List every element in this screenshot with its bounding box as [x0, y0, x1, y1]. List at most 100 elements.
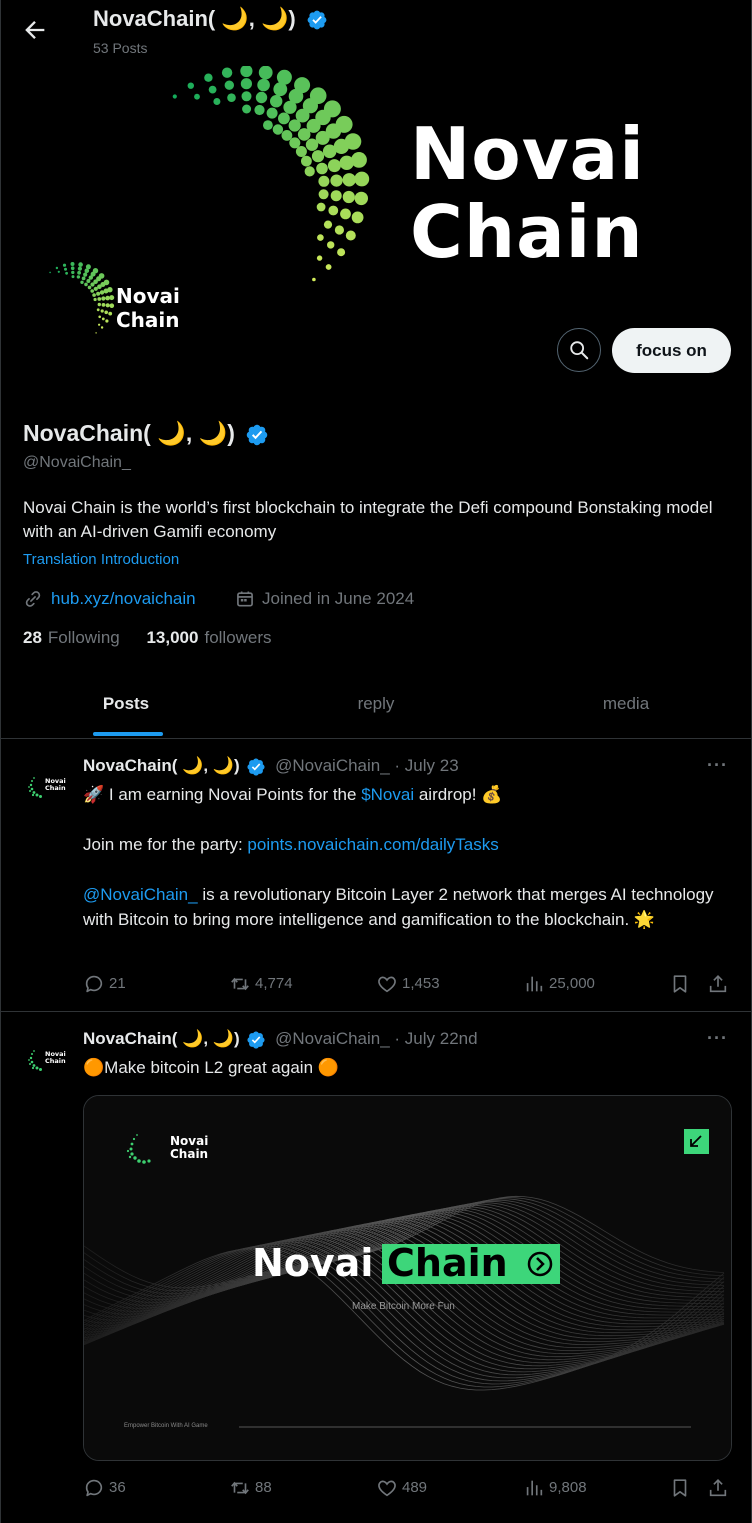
share-button[interactable]	[707, 1476, 733, 1500]
like-count: 489	[402, 1479, 428, 1496]
repost-icon	[231, 977, 249, 991]
followers-label: followers	[204, 628, 272, 647]
following-link[interactable]: 28 Following	[23, 628, 142, 647]
reply-button[interactable]: 36	[83, 1476, 126, 1500]
calendar-icon	[237, 591, 253, 607]
bookmark-button[interactable]	[669, 1476, 695, 1500]
post-meta: @NovaiChain_ · July 22nd	[275, 1029, 478, 1048]
media-title-right: Chain	[387, 1241, 508, 1285]
media-footer: Empower Bitcoin With AI Game	[124, 1423, 208, 1429]
reply-icon	[85, 1479, 103, 1497]
share-icon	[709, 975, 727, 993]
bookmark-icon	[673, 1479, 687, 1497]
view-count: 25,000	[549, 975, 595, 992]
header-name-text: NovaChain( 🌙, 🌙)	[93, 6, 296, 31]
verified-badge-icon	[247, 757, 265, 776]
link-icon	[25, 591, 41, 607]
like-button[interactable]: 489	[376, 1476, 427, 1500]
active-tab-indicator	[93, 732, 163, 736]
post-author-name[interactable]: NovaChain( 🌙, 🌙)	[83, 1029, 240, 1048]
post-item[interactable]: Novai Chain NovaChain( 🌙, 🌙) @NovaiChain…	[1, 1012, 751, 1523]
mention-link[interactable]: @NovaiChain_	[83, 885, 198, 904]
post-header: NovaChain( 🌙, 🌙) @NovaiChain_ · July 22n…	[83, 1029, 478, 1050]
media-title-left: Novai	[252, 1241, 374, 1285]
repost-icon	[231, 1481, 249, 1495]
points-link[interactable]: points.novaichain.com/dailyTasks	[247, 835, 498, 854]
analytics-icon	[526, 976, 543, 992]
reply-count: 36	[109, 1479, 126, 1496]
post-actions: 36 88 489 9,808	[83, 1476, 733, 1500]
verified-badge-icon	[307, 10, 327, 30]
profile-page: NovaChain( 🌙, 🌙) 53 Posts Novai Chain No…	[0, 0, 752, 1523]
cashtag-link[interactable]: $Novai	[361, 785, 414, 804]
repost-button[interactable]: 88	[229, 1476, 272, 1500]
post-line-1: 🚀 I am earning Novai Points for the $Nov…	[83, 782, 723, 807]
banner-avatar-line1: Novai	[116, 284, 180, 308]
following-count: 28	[23, 628, 42, 647]
more-options-icon[interactable]: ···	[707, 1028, 728, 1049]
tab-reply[interactable]: reply	[251, 672, 501, 738]
post-meta: @NovaiChain_ · July 23	[275, 756, 459, 775]
post-line-1-pre: 🚀 I am earning Novai Points for the	[83, 785, 362, 804]
bookmark-button[interactable]	[669, 972, 695, 996]
more-options-icon[interactable]: ···	[707, 755, 728, 776]
share-icon	[709, 1479, 727, 1497]
bookmark-icon	[673, 975, 687, 993]
svg-text:Chain: Chain	[45, 1057, 66, 1065]
search-button[interactable]	[557, 328, 601, 372]
views-button[interactable]: 9,808	[523, 1476, 587, 1500]
post-author-name[interactable]: NovaChain( 🌙, 🌙)	[83, 756, 240, 775]
analytics-icon	[526, 1480, 543, 1496]
post-line-1-post: airdrop! 💰	[414, 785, 503, 804]
profile-name: NovaChain( 🌙, 🌙)	[23, 420, 269, 447]
follow-button[interactable]: focus on	[612, 328, 731, 373]
post-line-2: Join me for the party: points.novaichain…	[83, 832, 723, 857]
repost-count: 4,774	[255, 975, 293, 992]
post-item[interactable]: Novai Chain NovaChain( 🌙, 🌙) @NovaiChain…	[1, 739, 751, 1012]
post-media-image[interactable]: Novai Chain Novai Chain Make Bitcoin Mor…	[83, 1095, 732, 1461]
svg-text:Chain: Chain	[45, 784, 66, 792]
view-count: 9,808	[549, 1479, 587, 1496]
post-line-2-pre: Join me for the party:	[83, 835, 248, 854]
tab-media[interactable]: media	[501, 672, 751, 738]
profile-tabs: Posts reply media	[1, 672, 751, 739]
arrow-left-icon[interactable]	[21, 16, 49, 44]
media-logo-line1: Novai	[170, 1134, 209, 1148]
media-tagline: Make Bitcoin More Fun	[352, 1301, 455, 1312]
post-text: 🚀 I am earning Novai Points for the $Nov…	[83, 782, 723, 932]
reply-icon	[85, 975, 103, 993]
views-button[interactable]: 25,000	[523, 972, 595, 996]
like-button[interactable]: 1,453	[376, 972, 440, 996]
share-button[interactable]	[707, 972, 733, 996]
banner-title-line1: Novai	[410, 112, 645, 196]
profile-bio: Novai Chain is the world’s first blockch…	[23, 498, 713, 541]
verified-badge-icon	[247, 1030, 265, 1049]
tab-posts[interactable]: Posts	[1, 672, 251, 738]
post-avatar[interactable]: Novai Chain	[21, 761, 69, 809]
heart-icon	[378, 1480, 396, 1497]
post-line-3: @NovaiChain_ is a revolutionary Bitcoin …	[83, 882, 723, 932]
top-bar: NovaChain( 🌙, 🌙) 53 Posts	[1, 0, 751, 66]
joined-date: Joined in June 2024	[262, 589, 415, 608]
followers-link[interactable]: 13,000 followers	[146, 628, 293, 647]
heart-icon	[378, 976, 396, 993]
reply-button[interactable]: 21	[83, 972, 126, 996]
search-icon	[570, 341, 589, 360]
post-avatar[interactable]: Novai Chain	[21, 1034, 69, 1082]
banner-title-line2: Chain	[410, 190, 644, 274]
header-name: NovaChain( 🌙, 🌙)	[93, 6, 328, 32]
post-actions: 21 4,774 1,453 25,000	[83, 972, 733, 996]
post-header: NovaChain( 🌙, 🌙) @NovaiChain_ · July 23	[83, 756, 459, 777]
profile-name-text: NovaChain( 🌙, 🌙)	[23, 420, 235, 446]
posts-count: 53 Posts	[93, 40, 148, 56]
reply-count: 21	[109, 975, 126, 992]
following-label: Following	[47, 628, 120, 647]
profile-website-link[interactable]: hub.xyz/novaichain	[51, 589, 196, 609]
followers-count: 13,000	[146, 628, 199, 647]
post-text: 🟠Make bitcoin L2 great again 🟠	[83, 1058, 339, 1077]
translation-link[interactable]: Translation Introduction	[23, 551, 179, 568]
banner-avatar-line2: Chain	[116, 308, 180, 332]
follow-stats: 28 Following 13,000 followers	[23, 628, 294, 648]
repost-button[interactable]: 4,774	[229, 972, 293, 996]
verified-badge-icon[interactable]	[245, 423, 269, 447]
